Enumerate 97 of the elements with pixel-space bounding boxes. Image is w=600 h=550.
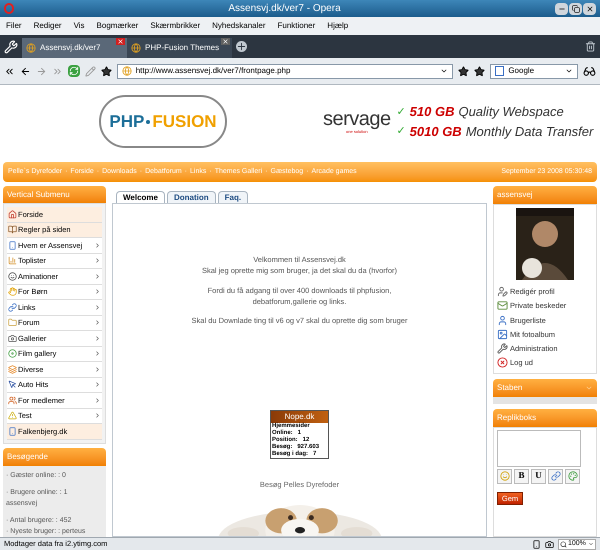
item-icon — [8, 287, 17, 296]
close-tab-icon[interactable] — [221, 38, 230, 45]
item-icon — [8, 334, 17, 343]
new-tab-icon[interactable] — [236, 41, 247, 52]
panel-title: Besøgende — [7, 450, 48, 463]
message-field[interactable] — [497, 430, 581, 466]
chevron-icon — [94, 304, 101, 311]
browser-tab[interactable]: Assensvj.dk/ver7 — [22, 38, 127, 58]
reload-icon[interactable] — [68, 65, 80, 77]
ad-brand: servage — [323, 108, 391, 128]
content-tab[interactable]: Faq. — [218, 191, 248, 203]
search-icon — [560, 540, 567, 548]
camera-icon[interactable] — [545, 540, 554, 548]
smiley-icon — [500, 471, 510, 481]
star-icon[interactable] — [100, 66, 112, 76]
minimize-button[interactable] — [555, 2, 568, 14]
close-icon — [586, 4, 594, 12]
page-icon — [26, 43, 36, 53]
url-text: http://www.assensvej.dk/ver7/frontpage.php — [136, 65, 292, 77]
chevron-icon — [94, 350, 101, 358]
ad-amount: 510 GB — [410, 103, 454, 121]
menu-item[interactable]: Funktioner — [278, 20, 316, 32]
menu-item[interactable]: Rediger — [34, 20, 62, 32]
menu-item[interactable]: Hjælp — [327, 20, 348, 32]
panel-title: assensvej — [497, 189, 533, 201]
content-tab[interactable]: Welcome — [116, 191, 165, 203]
window-title: Assensvj.dk/ver7 - Opera — [227, 2, 342, 16]
dropdown-icon — [588, 541, 594, 547]
back-icon[interactable] — [20, 66, 31, 76]
page-icon — [122, 66, 132, 76]
chevron-icon — [94, 412, 101, 420]
device-icon[interactable] — [532, 540, 541, 548]
counter-title: Nope.dk — [271, 411, 328, 424]
panel-title: Staben — [497, 382, 522, 394]
wrench-icon[interactable] — [4, 40, 18, 54]
restore-button[interactable] — [569, 2, 582, 14]
ad-text: Monthly Data Transfer — [466, 122, 594, 141]
item-icon — [8, 225, 17, 234]
search-engine-label: Google — [508, 65, 536, 77]
menu-item[interactable]: Bogmærker — [96, 20, 138, 32]
opera-logo-icon — [4, 3, 14, 14]
address-field[interactable]: http://www.assensvej.dk/ver7/frontpage.php — [116, 64, 454, 78]
chevron-icon — [94, 242, 101, 249]
item-icon — [8, 318, 17, 328]
logo-text: PHP — [109, 110, 144, 133]
item-icon — [8, 240, 17, 250]
chevron-icon — [94, 288, 101, 296]
panel-title: Vertical Submenu — [7, 188, 70, 201]
chevron-icon — [94, 257, 101, 264]
format-button[interactable]: B — [514, 468, 529, 484]
search-field[interactable]: Google — [490, 64, 578, 78]
panel-title: Replikboks — [497, 412, 536, 424]
item-icon — [8, 256, 17, 266]
check-icon: ✓ — [396, 123, 406, 140]
check-icon: ✓ — [396, 104, 406, 120]
star-icon[interactable] — [474, 66, 486, 76]
trash-icon[interactable] — [585, 41, 596, 52]
format-button[interactable] — [565, 468, 580, 484]
content-tab[interactable]: Donation — [166, 191, 216, 203]
search-engine-icon — [495, 66, 504, 76]
restore-icon — [572, 4, 580, 12]
tab-label: Assensvj.dk/ver7 — [40, 42, 100, 54]
format-button[interactable] — [548, 468, 563, 484]
page-icon — [131, 43, 141, 53]
chevron-icon — [94, 334, 101, 342]
item-icon — [8, 210, 17, 219]
dropdown-icon[interactable] — [440, 67, 448, 75]
star-icon[interactable] — [458, 66, 470, 76]
menu-item[interactable]: Nyhedskanaler — [212, 20, 266, 32]
item-icon — [8, 396, 17, 405]
chevron-icon — [94, 366, 101, 373]
glasses-icon[interactable] — [583, 64, 596, 78]
ad-amount: 5010 GB — [410, 122, 462, 140]
item-icon — [8, 302, 17, 312]
dropdown-icon[interactable] — [565, 67, 574, 75]
menu-item[interactable]: Vis — [74, 20, 85, 32]
rewind-icon[interactable] — [4, 66, 15, 76]
item-icon — [8, 364, 17, 374]
item-icon — [8, 426, 17, 436]
chevron-icon — [94, 381, 101, 388]
close-button[interactable] — [583, 2, 596, 14]
tab-label: PHP-Fusion Themes — [145, 42, 220, 54]
item-icon — [8, 411, 17, 420]
item-icon — [8, 272, 17, 281]
browser-tab[interactable]: PHP-Fusion Themes — [127, 38, 232, 58]
logo-text: FUSION — [152, 110, 217, 133]
chevron-icon — [94, 272, 101, 280]
item-icon — [8, 349, 17, 358]
palette-icon — [568, 471, 578, 481]
menu-item[interactable]: Skærmbrikker — [150, 20, 200, 32]
close-tab-icon[interactable] — [116, 38, 125, 45]
item-icon — [8, 380, 17, 390]
chevron-icon — [94, 319, 101, 326]
ad-text: Quality Webspace — [458, 103, 564, 121]
chevron-icon — [94, 396, 101, 404]
format-button[interactable]: U — [531, 468, 546, 484]
menu-item[interactable]: Filer — [6, 20, 22, 32]
